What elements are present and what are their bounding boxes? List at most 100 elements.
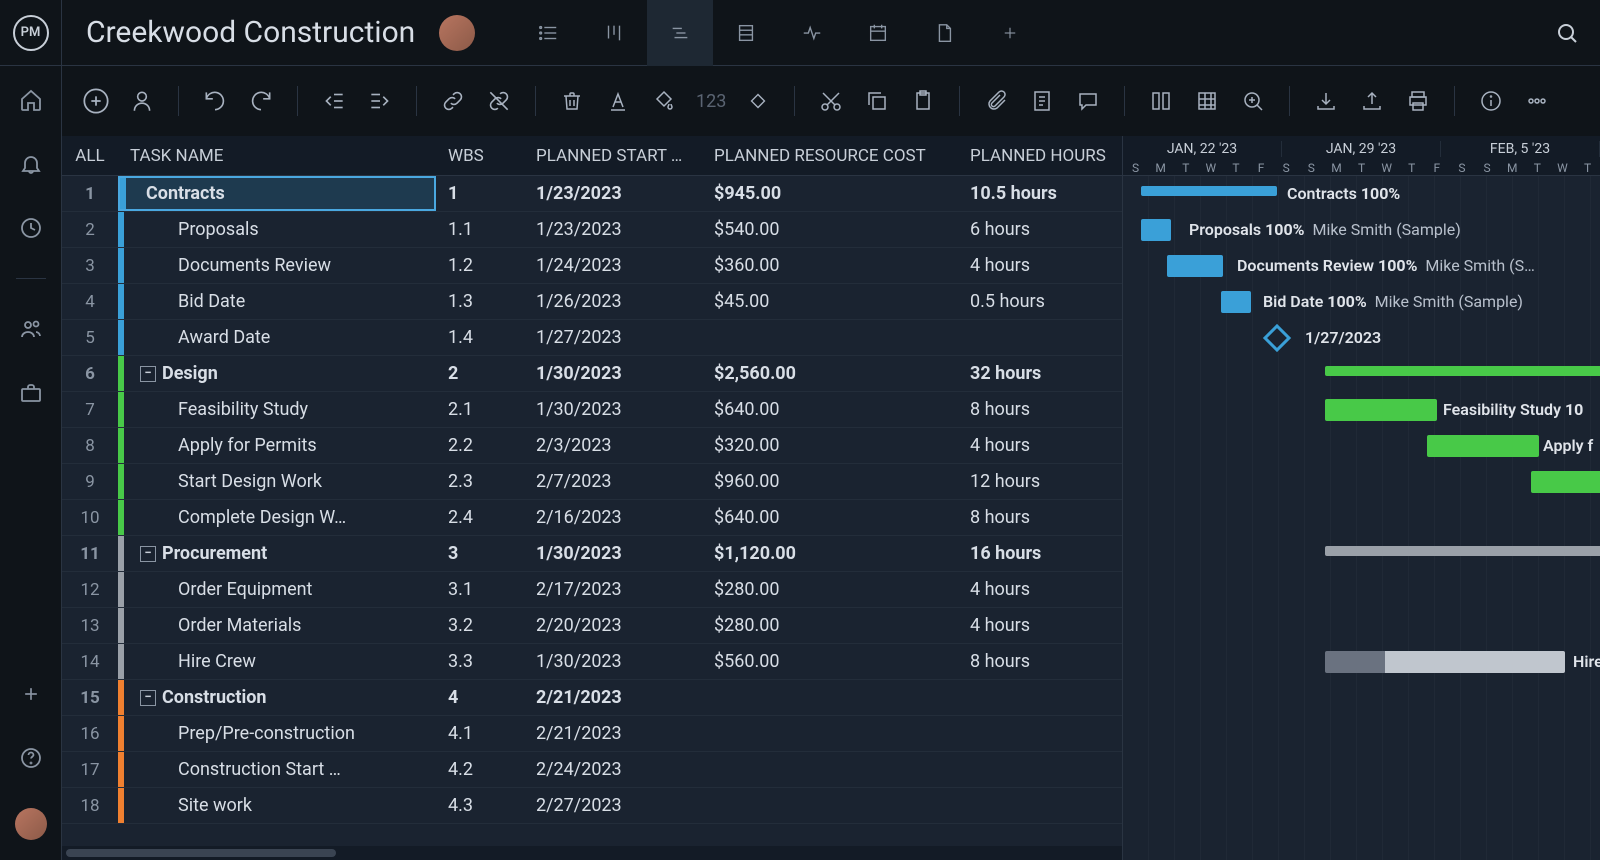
unlink-icon[interactable] — [485, 87, 513, 115]
task-row[interactable]: 4 Bid Date 1.3 1/26/2023 $45.00 0.5 hour… — [62, 284, 1122, 320]
task-row[interactable]: 11 −Procurement 3 1/30/2023 $1,120.00 16… — [62, 536, 1122, 572]
task-row[interactable]: 5 Award Date 1.4 1/27/2023 — [62, 320, 1122, 356]
row-number[interactable]: 18 — [62, 796, 118, 816]
task-name-cell[interactable]: Hire Crew — [118, 644, 436, 679]
wbs-cell[interactable]: 4.2 — [436, 759, 524, 780]
row-number[interactable]: 10 — [62, 508, 118, 528]
notes-icon[interactable] — [1028, 87, 1056, 115]
milestone-icon[interactable] — [744, 87, 772, 115]
cost-cell[interactable]: $560.00 — [702, 651, 958, 672]
task-name-cell[interactable]: Construction Start … — [118, 752, 436, 787]
add-project-icon[interactable] — [17, 680, 45, 708]
hours-cell[interactable]: 4 hours — [958, 579, 1120, 600]
recent-icon[interactable] — [17, 214, 45, 242]
horizontal-scrollbar[interactable] — [62, 846, 1122, 860]
wbs-cell[interactable]: 3.1 — [436, 579, 524, 600]
search-icon[interactable] — [1534, 0, 1600, 66]
hours-cell[interactable]: 6 hours — [958, 219, 1120, 240]
zoom-icon[interactable] — [1239, 87, 1267, 115]
start-cell[interactable]: 2/24/2023 — [524, 759, 702, 780]
gantt-bar[interactable] — [1325, 651, 1565, 673]
wbs-cell[interactable]: 3.3 — [436, 651, 524, 672]
cost-cell[interactable]: $320.00 — [702, 435, 958, 456]
gantt-row[interactable] — [1123, 572, 1600, 608]
view-board-icon[interactable] — [581, 0, 647, 66]
app-logo[interactable]: PM — [0, 0, 62, 66]
gantt-bar[interactable] — [1325, 399, 1437, 421]
comment-icon[interactable] — [1074, 87, 1102, 115]
gantt-row[interactable]: Contracts 100% — [1123, 176, 1600, 212]
task-name-cell[interactable]: Bid Date — [118, 284, 436, 319]
gantt-row[interactable]: 1/27/2023 — [1123, 320, 1600, 356]
start-cell[interactable]: 1/30/2023 — [524, 363, 702, 384]
columns-icon[interactable] — [1147, 87, 1175, 115]
row-number[interactable]: 12 — [62, 580, 118, 600]
wbs-cell[interactable]: 1 — [436, 183, 524, 204]
start-cell[interactable]: 1/24/2023 — [524, 255, 702, 276]
project-title[interactable]: Creekwood Construction — [62, 15, 439, 50]
start-cell[interactable]: 2/7/2023 — [524, 471, 702, 492]
wbs-cell[interactable]: 2 — [436, 363, 524, 384]
gantt-row[interactable]: Documents Review 100%Mike Smith (S… — [1123, 248, 1600, 284]
view-doc-icon[interactable] — [911, 0, 977, 66]
col-header-wbs[interactable]: WBS — [436, 146, 524, 166]
view-add-icon[interactable] — [977, 0, 1043, 66]
task-name-cell[interactable]: Award Date — [118, 320, 436, 355]
wbs-cell[interactable]: 3 — [436, 543, 524, 564]
info-icon[interactable] — [1477, 87, 1505, 115]
copy-icon[interactable] — [863, 87, 891, 115]
wbs-cell[interactable]: 4.3 — [436, 795, 524, 816]
gantt-row[interactable] — [1123, 680, 1600, 716]
task-name-cell[interactable]: Start Design Work — [118, 464, 436, 499]
cost-cell[interactable]: $280.00 — [702, 579, 958, 600]
gantt-row[interactable]: Apply f — [1123, 428, 1600, 464]
hours-cell[interactable]: 32 hours — [958, 363, 1120, 384]
start-cell[interactable]: 1/23/2023 — [524, 183, 702, 204]
row-number[interactable]: 4 — [62, 292, 118, 312]
gantt-row[interactable] — [1123, 788, 1600, 824]
gantt-row[interactable] — [1123, 536, 1600, 572]
help-icon[interactable] — [17, 744, 45, 772]
col-header-all[interactable]: ALL — [62, 146, 118, 166]
task-name-cell[interactable]: Complete Design W… — [118, 500, 436, 535]
cut-icon[interactable] — [817, 87, 845, 115]
hours-cell[interactable]: 8 hours — [958, 399, 1120, 420]
row-number[interactable]: 5 — [62, 328, 118, 348]
hours-cell[interactable]: 4 hours — [958, 255, 1120, 276]
wbs-cell[interactable]: 2.4 — [436, 507, 524, 528]
gantt-chart[interactable]: JAN, 22 '23JAN, 29 '23FEB, 5 '23 SMTWTFS… — [1122, 136, 1600, 860]
task-row[interactable]: 12 Order Equipment 3.1 2/17/2023 $280.00… — [62, 572, 1122, 608]
hours-cell[interactable]: 10.5 hours — [958, 183, 1120, 204]
paste-icon[interactable] — [909, 87, 937, 115]
hours-cell[interactable]: 4 hours — [958, 435, 1120, 456]
task-name-cell[interactable]: Site work — [118, 788, 436, 823]
start-cell[interactable]: 2/16/2023 — [524, 507, 702, 528]
cost-cell[interactable]: $45.00 — [702, 291, 958, 312]
people-icon[interactable] — [17, 315, 45, 343]
hours-cell[interactable]: 8 hours — [958, 507, 1120, 528]
task-row[interactable]: 10 Complete Design W… 2.4 2/16/2023 $640… — [62, 500, 1122, 536]
gantt-row[interactable] — [1123, 500, 1600, 536]
view-list-icon[interactable] — [515, 0, 581, 66]
col-header-cost[interactable]: PLANNED RESOURCE COST — [702, 146, 958, 166]
task-row[interactable]: 2 Proposals 1.1 1/23/2023 $540.00 6 hour… — [62, 212, 1122, 248]
home-icon[interactable] — [17, 86, 45, 114]
hours-cell[interactable]: 12 hours — [958, 471, 1120, 492]
col-header-start[interactable]: PLANNED START … — [524, 146, 702, 166]
task-name-cell[interactable]: Proposals — [118, 212, 436, 247]
gantt-row[interactable] — [1123, 716, 1600, 752]
task-row[interactable]: 17 Construction Start … 4.2 2/24/2023 — [62, 752, 1122, 788]
task-name-cell[interactable]: Documents Review — [118, 248, 436, 283]
task-row[interactable]: 18 Site work 4.3 2/27/2023 — [62, 788, 1122, 824]
fill-color-icon[interactable] — [650, 87, 678, 115]
start-cell[interactable]: 1/27/2023 — [524, 327, 702, 348]
undo-icon[interactable] — [201, 87, 229, 115]
more-icon[interactable] — [1523, 87, 1551, 115]
cost-cell[interactable]: $945.00 — [702, 183, 958, 204]
start-cell[interactable]: 1/23/2023 — [524, 219, 702, 240]
row-number[interactable]: 14 — [62, 652, 118, 672]
start-cell[interactable]: 2/21/2023 — [524, 723, 702, 744]
start-cell[interactable]: 1/26/2023 — [524, 291, 702, 312]
user-avatar[interactable] — [15, 808, 47, 840]
attachment-icon[interactable] — [982, 87, 1010, 115]
